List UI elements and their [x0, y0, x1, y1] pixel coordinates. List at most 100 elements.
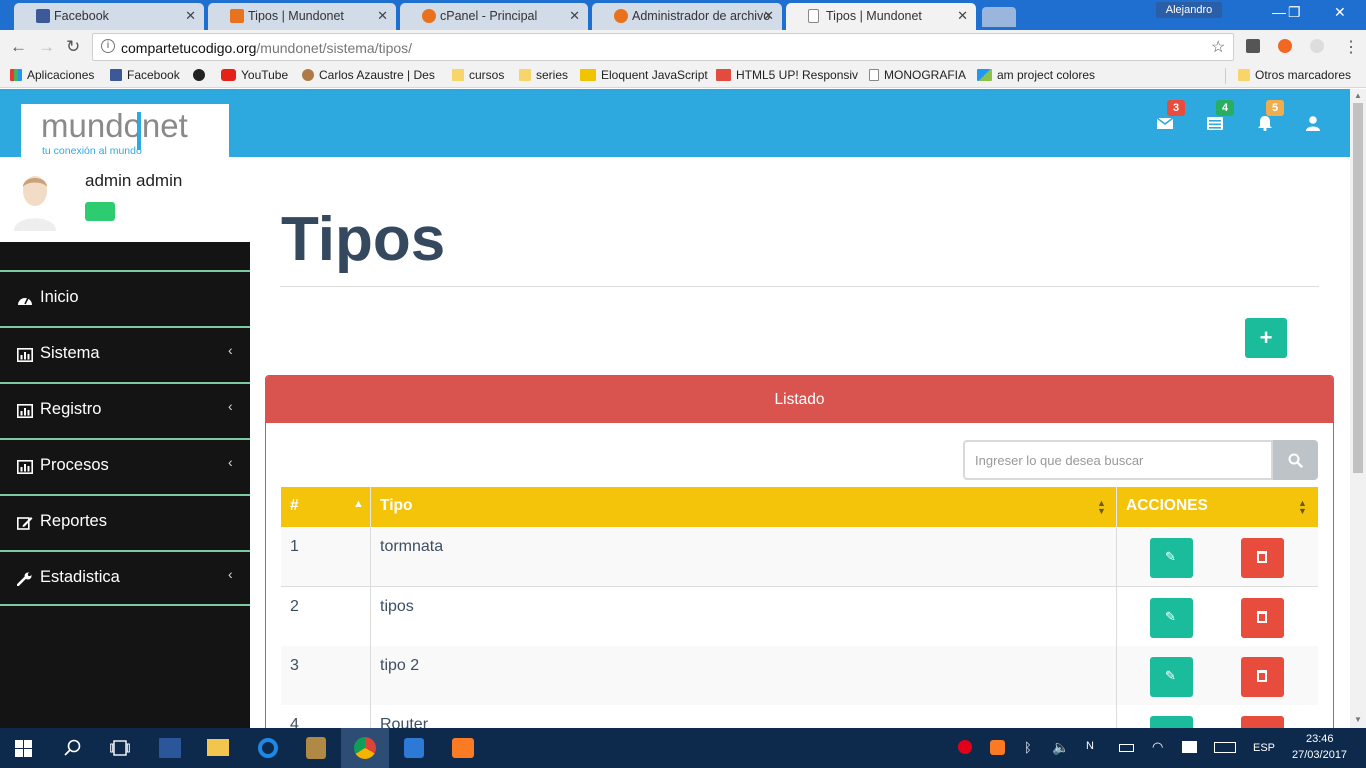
minimize-icon[interactable]: — [1272, 4, 1286, 20]
url-text: compartetucodigo.org/mundonet/sistema/ti… [121, 40, 412, 56]
apps-grid-icon [10, 69, 22, 81]
edit-button[interactable]: ✎ [1150, 538, 1193, 578]
beats-icon[interactable] [958, 740, 972, 754]
language-indicator[interactable]: ESP [1253, 742, 1275, 754]
bookmark-github[interactable] [193, 68, 210, 82]
keyboard-icon[interactable] [1214, 742, 1236, 753]
avatar[interactable] [10, 169, 60, 231]
edit-button[interactable]: ✎ [1150, 598, 1193, 638]
back-icon[interactable]: ← [10, 37, 27, 57]
taskbar-vscode[interactable] [390, 728, 438, 768]
task-view-icon[interactable] [110, 740, 130, 756]
windows-start-icon[interactable] [15, 740, 32, 757]
bookmark-monografia[interactable]: MONOGRAFIA [869, 68, 966, 82]
info-icon[interactable]: i [101, 39, 115, 53]
onenote-icon[interactable]: N [1086, 740, 1094, 752]
tasks-badge: 4 [1216, 100, 1234, 116]
close-icon[interactable]: ✕ [569, 3, 580, 29]
clock-date[interactable]: 27/03/2017 [1292, 749, 1347, 761]
bookmark-star-icon[interactable]: ☆ [1211, 37, 1225, 57]
battery-icon[interactable] [1119, 744, 1134, 752]
sort-icon: ▲ ▼ [1097, 498, 1106, 516]
page-scrollbar[interactable]: ▲ ▼ [1350, 89, 1366, 728]
clock-time[interactable]: 23:46 [1306, 733, 1334, 745]
tasks-icon[interactable] [1206, 115, 1224, 131]
scrollbar-thumb[interactable] [1353, 103, 1363, 473]
bookmark-label: am project colores [997, 68, 1096, 82]
extension-icon[interactable] [1310, 39, 1324, 53]
delete-button[interactable] [1241, 538, 1284, 578]
browser-toolbar: ← → ↻ i compartetucodigo.org/mundonet/si… [0, 30, 1366, 64]
envelope-icon[interactable] [1156, 115, 1174, 131]
windows-taskbar: ᛒ 🔈 N ◠ ESP 23:46 27/03/2017 [0, 728, 1366, 768]
new-tab-button[interactable] [982, 7, 1016, 27]
bookmark-eloquent-js[interactable]: Eloquent JavaScript [580, 68, 708, 82]
column-header-acciones[interactable]: ACCIONES ▲ ▼ [1117, 487, 1318, 527]
sidebar-item-sistema[interactable]: Sistema ‹ [0, 326, 250, 380]
browser-tab-tipos[interactable]: Tipos | Mundonet ✕ [208, 3, 396, 30]
browser-tab-facebook[interactable]: Facebook ✕ [14, 3, 204, 30]
bookmark-apps[interactable]: Aplicaciones [10, 68, 94, 82]
close-icon[interactable]: ✕ [957, 3, 968, 29]
bookmark-youtube[interactable]: YouTube [221, 68, 288, 82]
browser-tab-file-manager[interactable]: Administrador de archivo ✕ [592, 3, 782, 30]
taskbar-file-explorer[interactable] [194, 728, 242, 768]
bookmark-carlos[interactable]: Carlos Azaustre | Des [302, 68, 435, 82]
close-icon[interactable]: ✕ [763, 3, 774, 29]
edit-button[interactable]: ✎ [1150, 657, 1193, 697]
restore-icon[interactable]: ❐ [1288, 4, 1301, 21]
search-icon[interactable] [64, 739, 81, 756]
browser-tab-tipos-active[interactable]: Tipos | Mundonet ✕ [786, 3, 976, 30]
profile-name[interactable]: Alejandro [1156, 2, 1222, 18]
scroll-up-icon[interactable]: ▲ [1354, 91, 1362, 100]
delete-button[interactable] [1241, 657, 1284, 697]
sidebar-item-registro[interactable]: Registro ‹ [0, 382, 250, 436]
close-window-icon[interactable]: ✕ [1334, 4, 1346, 21]
user-icon[interactable] [1305, 115, 1321, 131]
menu-icon[interactable]: ⋮ [1343, 37, 1359, 57]
scroll-down-icon[interactable]: ▼ [1354, 715, 1362, 724]
bookmark-folder-series[interactable]: series [519, 68, 568, 82]
taskbar-word[interactable] [146, 728, 194, 768]
volume-icon[interactable]: 🔈 [1052, 739, 1069, 756]
sidebar-item-reportes[interactable]: Reportes [0, 494, 250, 548]
sidebar-item-estadistica[interactable]: Estadistica ‹ [0, 550, 250, 606]
wifi-icon[interactable]: ◠ [1152, 739, 1163, 755]
xampp-tray-icon[interactable] [990, 740, 1005, 755]
pencil-icon: ✎ [1165, 549, 1176, 564]
column-header-tipo[interactable]: Tipo ▲ ▼ [371, 487, 1117, 527]
taskbar-xampp[interactable] [439, 728, 487, 768]
bookmark-label: series [536, 68, 569, 82]
extension-icon[interactable] [1246, 39, 1260, 53]
logo[interactable]: mundonet tu conexión al mundo [21, 104, 229, 157]
sidebar-item-procesos[interactable]: Procesos ‹ [0, 438, 250, 492]
forward-icon[interactable]: → [38, 37, 55, 57]
search-button[interactable] [1273, 440, 1318, 480]
browser-tab-cpanel[interactable]: cPanel - Principal ✕ [400, 3, 588, 30]
taskbar-sublime[interactable] [292, 728, 340, 768]
bookmark-other[interactable]: Otros marcadores [1238, 68, 1351, 82]
action-center-icon[interactable] [1182, 741, 1197, 753]
bluetooth-icon[interactable]: ᛒ [1024, 740, 1032, 755]
chevron-left-icon: ‹ [228, 398, 233, 414]
search-input[interactable] [963, 440, 1273, 480]
close-icon[interactable]: ✕ [185, 3, 196, 29]
edit-button[interactable] [1150, 716, 1193, 728]
address-bar[interactable]: i compartetucodigo.org/mundonet/sistema/… [92, 33, 1234, 61]
bookmark-facebook[interactable]: Facebook [110, 68, 180, 82]
delete-button[interactable] [1241, 598, 1284, 638]
sidebar-item-inicio[interactable]: Inicio [0, 270, 250, 324]
taskbar-edge[interactable] [243, 728, 291, 768]
extension-icon[interactable] [1278, 39, 1292, 53]
taskbar-chrome[interactable] [341, 728, 389, 768]
close-icon[interactable]: ✕ [377, 3, 388, 29]
column-header-id[interactable]: # ▲ [281, 487, 371, 527]
divider [280, 286, 1319, 287]
bookmark-folder-cursos[interactable]: cursos [452, 68, 504, 82]
bookmark-am-project[interactable]: am project colores [977, 68, 1095, 82]
delete-button[interactable] [1241, 716, 1284, 728]
bookmark-html5up[interactable]: HTML5 UP! Responsiv [716, 68, 858, 82]
add-tipo-button[interactable]: + [1245, 318, 1287, 358]
bell-icon[interactable] [1256, 115, 1274, 131]
reload-icon[interactable]: ↻ [66, 37, 80, 57]
